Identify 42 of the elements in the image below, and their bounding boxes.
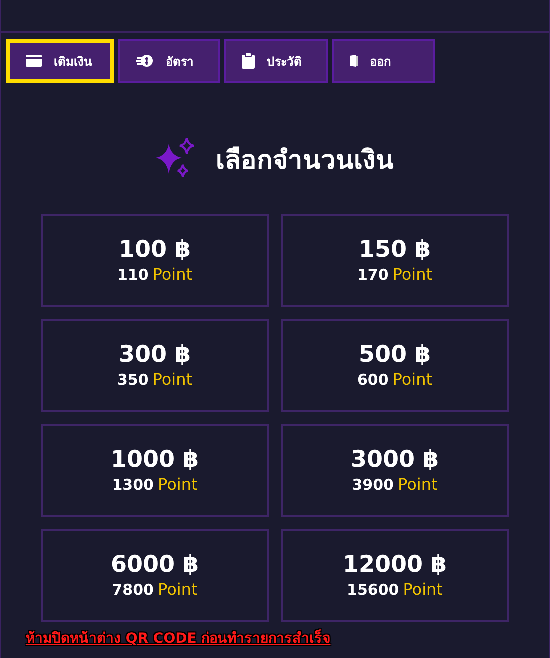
amount-card[interactable]: 100 ฿ 110 Point	[41, 214, 269, 307]
amount-card[interactable]: 12000 ฿ 15600 Point	[281, 529, 509, 622]
clipboard-icon	[242, 53, 255, 69]
points-value: 3900	[352, 476, 394, 494]
amount-card[interactable]: 150 ฿ 170 Point	[281, 214, 509, 307]
points-value: 7800	[112, 581, 154, 599]
amount-card[interactable]: 6000 ฿ 7800 Point	[41, 529, 269, 622]
points-value: 170	[357, 266, 389, 284]
amount-card[interactable]: 1000 ฿ 1300 Point	[41, 424, 269, 517]
amount-label: 6000 ฿	[110, 552, 200, 578]
points-value: 1300	[112, 476, 154, 494]
points-value: 350	[117, 371, 149, 389]
amount-label: 150 ฿	[358, 237, 432, 263]
money-icon	[136, 54, 154, 68]
amount-label: 300 ฿	[118, 342, 192, 368]
points-value: 15600	[347, 581, 400, 599]
points-value: 110	[117, 266, 149, 284]
points-value: 600	[357, 371, 389, 389]
warning-text: ห้ามปิดหน้าต่าง QR CODE ก่อนทำรายการสำเร็จ	[26, 628, 331, 649]
points-unit: Point	[152, 370, 193, 389]
amount-card[interactable]: 300 ฿ 350 Point	[41, 319, 269, 412]
nav-tab[interactable]: เติมเงิน	[6, 39, 114, 83]
amount-card[interactable]: 3000 ฿ 3900 Point	[281, 424, 509, 517]
points-unit: Point	[392, 265, 433, 284]
amount-label: 12000 ฿	[342, 552, 448, 578]
points-unit: Point	[158, 580, 198, 599]
section-heading: เลือกจำนวนเงิน	[216, 144, 394, 178]
card-icon	[26, 55, 42, 67]
amount-card[interactable]: 500 ฿ 600 Point	[281, 319, 509, 412]
points-unit: Point	[392, 370, 433, 389]
amount-label: 1000 ฿	[110, 447, 200, 473]
points-unit: Point	[152, 265, 193, 284]
amount-label: 500 ฿	[358, 342, 432, 368]
points-unit: Point	[398, 475, 438, 494]
nav-tab[interactable]: อัตรา	[118, 39, 220, 83]
nav-tab[interactable]: ประวัติ	[224, 39, 328, 83]
points-unit: Point	[403, 580, 443, 599]
points-unit: Point	[158, 475, 198, 494]
amount-label: 3000 ฿	[350, 447, 440, 473]
nav-tab[interactable]: ออก	[332, 39, 435, 83]
door-icon	[350, 55, 358, 67]
amount-label: 100 ฿	[118, 237, 192, 263]
